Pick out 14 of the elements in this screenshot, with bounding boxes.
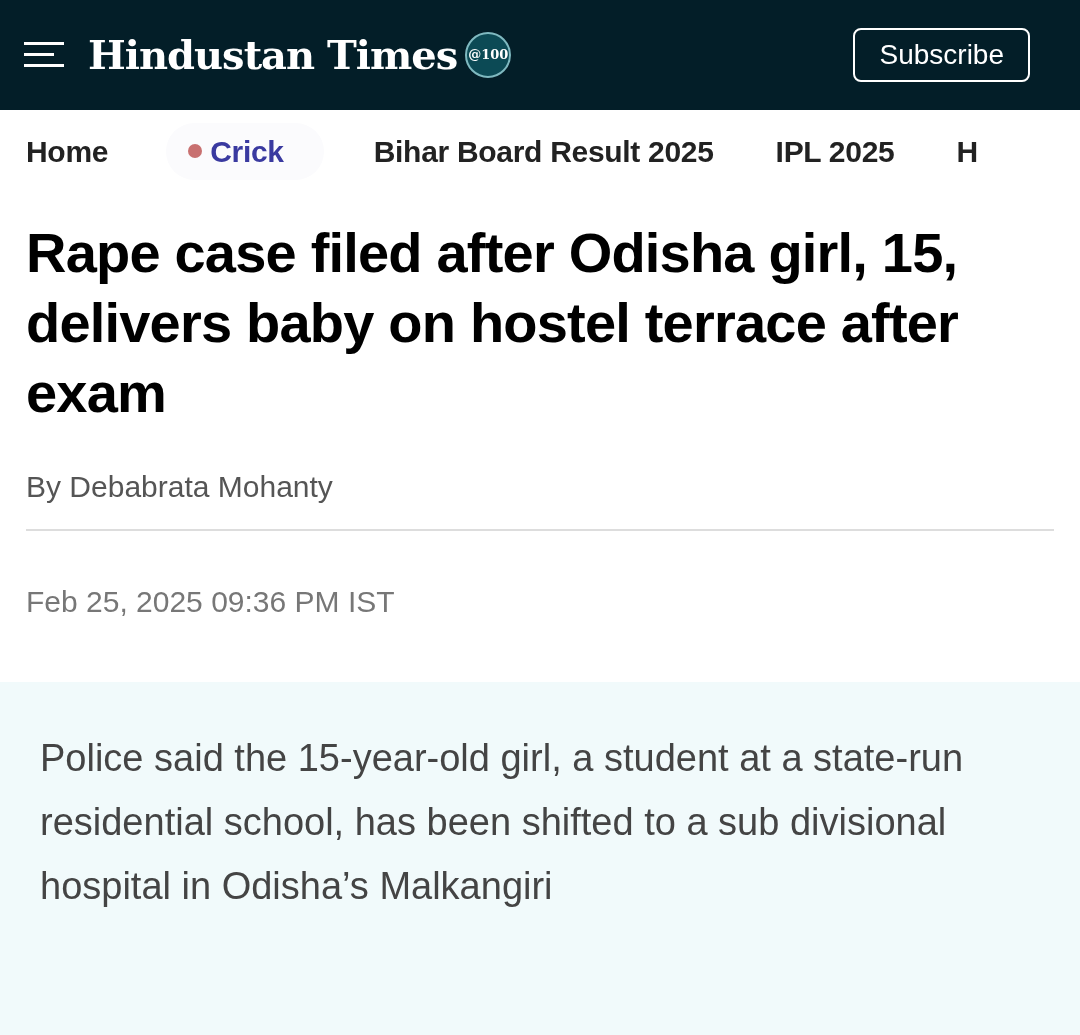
nav-link[interactable]: Home [26, 128, 109, 174]
nav-link[interactable]: Bihar Board Result 2025 [373, 128, 714, 174]
nav-link[interactable]: IPL 2025 [775, 128, 895, 174]
menu-icon[interactable] [24, 40, 64, 70]
subscribe-button[interactable]: Subscribe [853, 28, 1030, 82]
headline: Rape case filed after Odisha girl, 15, delivers baby on hostel terrace after exam [25, 220, 960, 426]
ball-icon [188, 144, 203, 158]
publish-date: Feb 25, 2025 09:36 PM IST [25, 584, 396, 620]
anniversary-badge: @100 [465, 32, 512, 78]
summary-text: Police said the 15-year-old girl, a student at a state-run residential school, has been shifted to a sub divisional hospital in Odisha’s Malkangiri [40, 736, 965, 909]
nav-link-label: Crick [210, 133, 284, 170]
byline: By Debabrata Mohanty [25, 469, 334, 505]
nav-link[interactable]: H [956, 128, 978, 174]
logo[interactable]: Hindustan Times [88, 25, 458, 85]
